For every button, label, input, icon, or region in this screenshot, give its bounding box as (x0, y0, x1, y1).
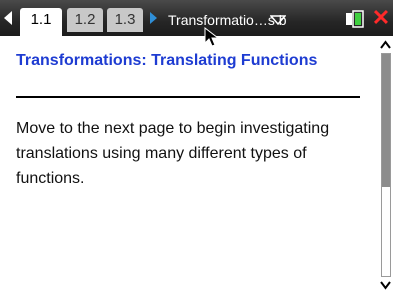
tab-1-1[interactable]: 1.1 (20, 8, 62, 36)
nav-right-icon[interactable] (150, 12, 157, 24)
page-heading: Transformations: Translating Functions (16, 52, 318, 69)
battery-icon (346, 10, 364, 28)
scroll-thumb[interactable] (382, 54, 390, 187)
tab-1-3[interactable]: 1.3 (107, 8, 143, 32)
tab-bar: 1.1 1.2 1.3 Transformatio…s b ✕ (0, 0, 393, 36)
tab-1-2[interactable]: 1.2 (67, 8, 103, 32)
body-text: Move to the next page to begin investiga… (16, 120, 330, 187)
dropdown-icon[interactable] (270, 15, 286, 25)
scroll-down-icon[interactable] (380, 280, 391, 290)
divider (16, 96, 360, 98)
scroll-up-icon[interactable] (380, 40, 391, 50)
close-icon[interactable]: ✕ (371, 6, 391, 30)
nav-left-icon[interactable] (4, 11, 12, 25)
document-page: Transformations: Translating Functions M… (0, 36, 378, 294)
document-title[interactable]: Transformatio…s b (168, 8, 287, 32)
